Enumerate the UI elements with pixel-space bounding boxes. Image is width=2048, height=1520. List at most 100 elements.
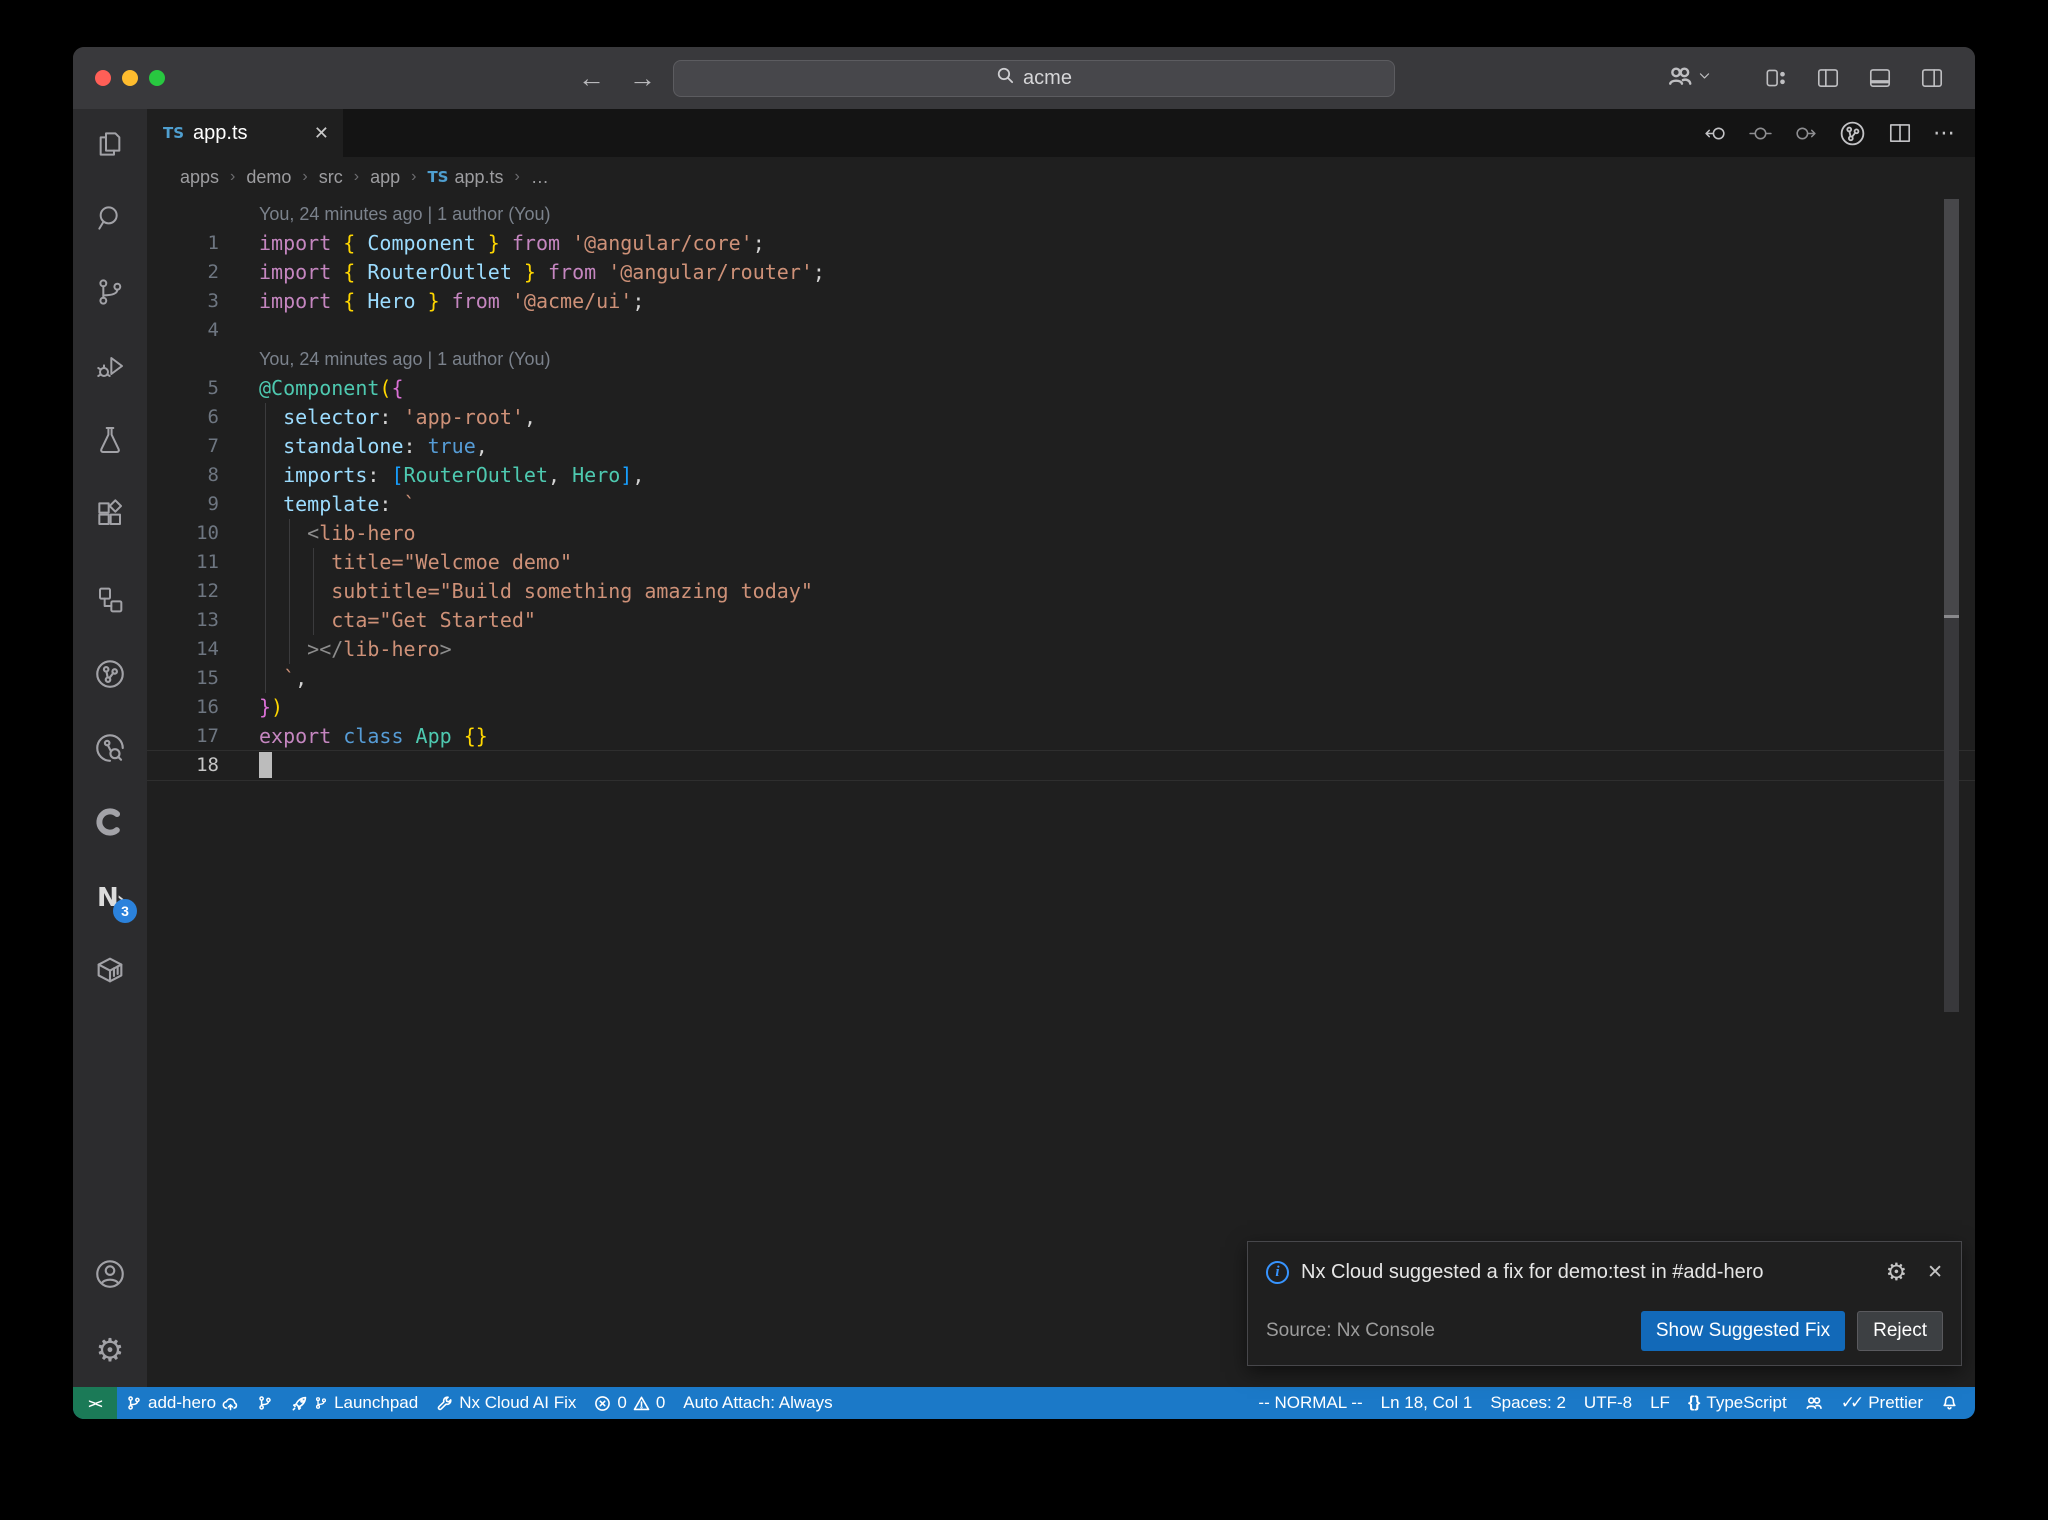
status-auto-attach[interactable]: Auto Attach: Always — [674, 1387, 841, 1419]
project-graph-icon — [94, 584, 126, 621]
tab-label: app.ts — [193, 121, 248, 144]
sidebar-item-settings[interactable]: ⚙ — [73, 1313, 147, 1387]
command-center-search[interactable]: acme — [673, 60, 1395, 97]
breadcrumb-item-src[interactable]: src — [319, 167, 343, 188]
git-branch-icon — [259, 1396, 271, 1410]
indent-guide — [313, 606, 315, 635]
code-line[interactable]: 3 import { Hero } from '@acme/ui'; — [147, 287, 1975, 316]
status-feedback[interactable] — [1796, 1387, 1832, 1419]
sidebar-item-search[interactable] — [73, 183, 147, 257]
status-branch[interactable]: add-hero — [117, 1387, 248, 1419]
scrollbar-slider[interactable] — [1944, 199, 1959, 615]
branch-search-icon — [93, 731, 127, 770]
show-suggested-fix-button[interactable]: Show Suggested Fix — [1640, 1311, 1846, 1351]
toggle-primary-sidebar-button[interactable] — [1815, 65, 1841, 91]
code-line[interactable]: 10 <lib-hero — [147, 519, 1975, 548]
notification-close-icon[interactable]: ✕ — [1927, 1261, 1943, 1284]
status-vim-mode[interactable]: -- NORMAL -- — [1249, 1387, 1371, 1419]
more-actions-icon[interactable]: ⋯ — [1933, 120, 1957, 146]
status-problems[interactable]: 0 0 — [585, 1387, 674, 1419]
people-icon — [1806, 1397, 1822, 1410]
customize-layout-button[interactable] — [1763, 65, 1789, 91]
extensions-icon — [94, 498, 126, 535]
wrench-icon — [437, 1395, 452, 1410]
current-position-icon[interactable] — [1748, 121, 1773, 146]
code-line[interactable]: 14 ></lib-hero> — [147, 635, 1975, 664]
toggle-secondary-sidebar-button[interactable] — [1919, 65, 1945, 91]
file-history-icon[interactable] — [1838, 119, 1867, 148]
code-line[interactable]: 15 `, — [147, 664, 1975, 693]
sidebar-item-edge-tools[interactable] — [73, 787, 147, 861]
accounts-button[interactable] — [1667, 63, 1711, 94]
breadcrumb-item-file[interactable]: TS app.ts — [427, 167, 503, 188]
toggle-panel-button[interactable] — [1867, 65, 1893, 91]
status-prettier[interactable]: ✓✓ Prettier — [1832, 1387, 1932, 1419]
sidebar-item-accounts[interactable] — [73, 1239, 147, 1313]
line-number: 14 — [196, 638, 219, 660]
remote-indicator[interactable]: >< — [73, 1387, 117, 1419]
sidebar-item-gitlens-inspect[interactable] — [73, 713, 147, 787]
status-source-control-graph[interactable] — [248, 1387, 282, 1419]
code-line[interactable]: 8 imports: [RouterOutlet, Hero], — [147, 461, 1975, 490]
edge-browser-icon — [93, 805, 127, 844]
code-line[interactable]: 5 @Component({ — [147, 374, 1975, 403]
sidebar-item-testing[interactable] — [73, 405, 147, 479]
scrollbar-slider-lower[interactable] — [1944, 618, 1959, 1012]
code-line[interactable]: 1 import { Component } from '@angular/cor… — [147, 229, 1975, 258]
breadcrumb-item-more[interactable]: … — [531, 167, 549, 188]
tab-close-button[interactable]: ✕ — [314, 123, 329, 144]
sidebar-item-project-graph[interactable] — [73, 565, 147, 639]
sidebar-item-source-control[interactable] — [73, 257, 147, 331]
notification-settings-icon[interactable]: ⚙ — [1886, 1258, 1908, 1286]
code-line[interactable]: 11 title="Welcmoe demo" — [147, 548, 1975, 577]
sidebar-item-extensions[interactable] — [73, 479, 147, 553]
code-line[interactable]: 2 import { RouterOutlet } from '@angular/… — [147, 258, 1975, 287]
status-eol[interactable]: LF — [1641, 1387, 1679, 1419]
navigate-forward-icon[interactable] — [1793, 121, 1818, 146]
titlebar-right-controls — [1667, 47, 1975, 109]
navigate-back-icon[interactable] — [1703, 121, 1728, 146]
split-editor-icon[interactable] — [1887, 120, 1913, 146]
sidebar-item-nx-console[interactable]: N› 3 — [73, 861, 147, 935]
typescript-file-icon: TS — [163, 124, 185, 142]
reject-button[interactable]: Reject — [1857, 1311, 1943, 1351]
code-line[interactable]: 17 export class App {} — [147, 722, 1975, 751]
code-line[interactable]: 6 selector: 'app-root', — [147, 403, 1975, 432]
minimize-window-button[interactable] — [122, 70, 138, 86]
code-editor[interactable]: You, 24 minutes ago | 1 author (You) 1 imp… — [147, 197, 1975, 1387]
nav-forward-button[interactable]: → — [629, 63, 656, 94]
status-notifications[interactable] — [1932, 1387, 1967, 1419]
status-cursor-position[interactable]: Ln 18, Col 1 — [1372, 1387, 1482, 1419]
breadcrumb-item-app[interactable]: app — [370, 167, 400, 188]
code-line[interactable]: 12 subtitle="Build something amazing tod… — [147, 577, 1975, 606]
sidebar-item-containers[interactable] — [73, 935, 147, 1009]
status-language[interactable]: {} TypeScript — [1679, 1387, 1796, 1419]
status-nx-cloud-fix[interactable]: Nx Cloud AI Fix — [427, 1387, 585, 1419]
sidebar-item-run-debug[interactable] — [73, 331, 147, 405]
status-launchpad[interactable]: Launchpad — [282, 1387, 427, 1419]
status-encoding[interactable]: UTF-8 — [1575, 1387, 1641, 1419]
circled-branch-icon — [93, 657, 127, 696]
breadcrumb-separator: › — [411, 168, 417, 185]
people-icon — [1667, 63, 1693, 94]
breadcrumb-separator: › — [514, 168, 520, 185]
sidebar-item-source-control-graph[interactable] — [73, 639, 147, 713]
code-line[interactable]: 13 cta="Get Started" — [147, 606, 1975, 635]
code-line[interactable]: 9 template: ` — [147, 490, 1975, 519]
sidebar-item-explorer[interactable] — [73, 109, 147, 183]
code-line[interactable]: 18 — [147, 751, 1975, 780]
line-number: 1 — [207, 232, 219, 254]
code-line[interactable]: 7 standalone: true, — [147, 432, 1975, 461]
breadcrumb-item-demo[interactable]: demo — [246, 167, 291, 188]
scrollbar[interactable] — [1944, 197, 1959, 1387]
status-indentation[interactable]: Spaces: 2 — [1481, 1387, 1575, 1419]
blame-annotation: You, 24 minutes ago | 1 author (You) — [259, 349, 551, 369]
nav-back-button[interactable]: ← — [578, 63, 605, 94]
breadcrumb-item-apps[interactable]: apps — [180, 167, 219, 188]
tab-app-ts[interactable]: TS app.ts ✕ — [147, 109, 343, 157]
code-line[interactable]: 4 — [147, 316, 1975, 345]
zoom-window-button[interactable] — [149, 70, 165, 86]
indent-guide — [265, 519, 267, 548]
code-line[interactable]: 16}) — [147, 693, 1975, 722]
close-window-button[interactable] — [95, 70, 111, 86]
